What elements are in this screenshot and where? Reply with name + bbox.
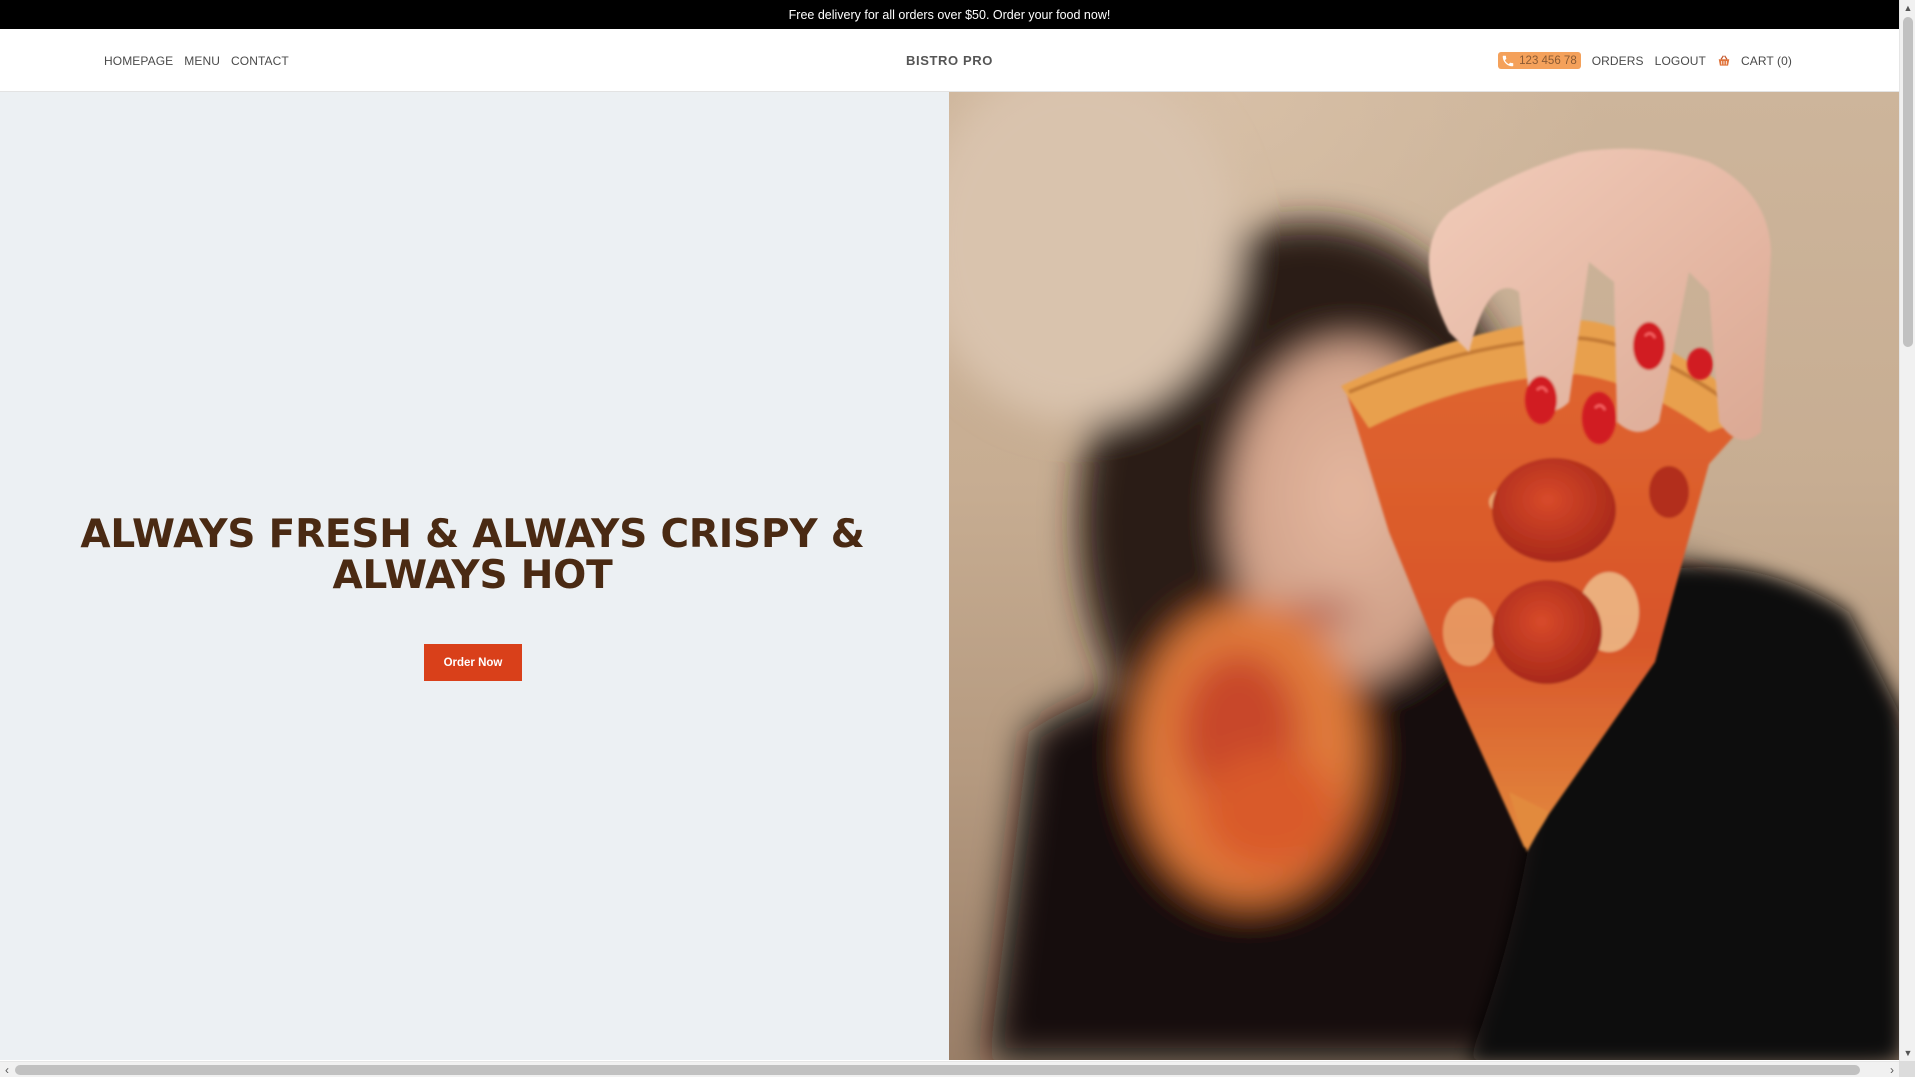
- site-header: HOMEPAGE MENU CONTACT BISTRO PRO 123 456…: [0, 29, 1899, 92]
- main-nav: HOMEPAGE MENU CONTACT: [104, 29, 289, 92]
- hero-image: [949, 92, 1899, 1060]
- cart-button[interactable]: CART (0): [1717, 54, 1792, 68]
- scroll-right-arrow-icon[interactable]: ›: [1885, 1062, 1899, 1077]
- horizontal-scroll-thumb[interactable]: [15, 1065, 1860, 1075]
- scroll-left-arrow-icon[interactable]: ‹: [0, 1062, 14, 1077]
- page: Free delivery for all orders over $50. O…: [0, 0, 1915, 1077]
- vertical-scroll-thumb[interactable]: [1903, 17, 1913, 347]
- brand-logo[interactable]: BISTRO PRO: [906, 53, 993, 68]
- phone-button[interactable]: 123 456 78: [1498, 52, 1581, 69]
- announcement-text: Free delivery for all orders over $50. O…: [788, 7, 1111, 22]
- cart-label: CART (0): [1740, 53, 1792, 68]
- nav-homepage-link[interactable]: HOMEPAGE: [104, 54, 173, 68]
- account-nav: 123 456 78 ORDERS LOGOUT CART (0): [1498, 29, 1792, 92]
- horizontal-scrollbar[interactable]: ‹ ›: [0, 1061, 1899, 1077]
- order-now-button[interactable]: Order Now: [424, 644, 522, 681]
- phone-number: 123 456 78: [1519, 54, 1577, 67]
- hero-text-panel: ALWAYS FRESH & ALWAYS CRISPY & ALWAYS HO…: [0, 92, 949, 1060]
- scrollbar-corner: [1899, 1061, 1915, 1077]
- scroll-up-arrow-icon[interactable]: ▲: [1900, 0, 1915, 16]
- announcement-bar: Free delivery for all orders over $50. O…: [0, 0, 1899, 29]
- phone-icon: [1501, 54, 1515, 68]
- pizza-photo-illustration: [949, 92, 1899, 1060]
- logout-link[interactable]: LOGOUT: [1655, 54, 1706, 68]
- nav-contact-link[interactable]: CONTACT: [231, 54, 289, 68]
- scroll-down-arrow-icon[interactable]: ▼: [1900, 1045, 1915, 1061]
- shopping-basket-icon: [1717, 54, 1731, 68]
- vertical-scrollbar[interactable]: ▲ ▼: [1899, 0, 1915, 1061]
- hero-title: ALWAYS FRESH & ALWAYS CRISPY & ALWAYS HO…: [80, 512, 865, 598]
- orders-link[interactable]: ORDERS: [1592, 54, 1644, 68]
- nav-menu-link[interactable]: MENU: [184, 54, 220, 68]
